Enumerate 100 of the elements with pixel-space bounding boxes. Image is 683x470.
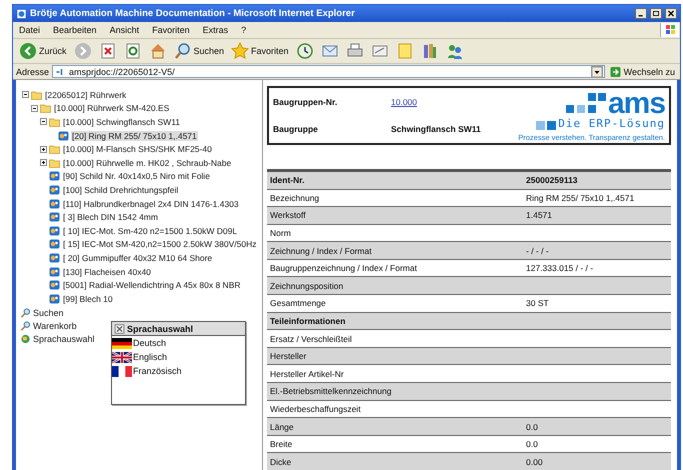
language-option[interactable]: Französisch <box>133 366 182 376</box>
part-icon <box>49 212 60 222</box>
field-label: Zeichnung / Index / Format <box>270 246 373 256</box>
part-icon <box>49 294 60 304</box>
field-label: Länge <box>270 422 295 432</box>
tree-item[interactable]: [100] Schild Drehrichtungspfeil <box>62 184 180 195</box>
close-icon[interactable] <box>114 324 125 334</box>
menu-item[interactable]: Ansicht <box>110 25 140 35</box>
favorites-button[interactable]: Favoriten <box>229 40 291 62</box>
star-icon <box>231 42 250 60</box>
field-label: Baugruppenzeichnung / Index / Format <box>270 263 418 274</box>
folder-icon <box>49 144 60 154</box>
tree-item[interactable]: [ 10] IEC-Mot. Sm-420 n2=1500 1.50kW D09L <box>62 226 238 236</box>
close-button[interactable] <box>665 8 677 19</box>
collapse-icon[interactable] <box>31 104 38 112</box>
nav-link[interactable]: Sprachauswahl <box>33 334 95 344</box>
flag-icon <box>112 338 132 348</box>
field-label: Baugruppe <box>273 124 319 134</box>
folder-icon <box>40 103 51 114</box>
tree-item[interactable]: [10.000] Schwingflansch SW11 <box>62 116 182 127</box>
section-heading: Teileinformationen <box>270 316 346 326</box>
tree-item[interactable]: [10.000] Rührwerk SM-420.ES <box>53 103 170 114</box>
field-label: Zeichnungsposition <box>270 280 344 291</box>
field-label: Baugruppen-Nr. <box>273 96 338 107</box>
part-icon <box>49 280 60 290</box>
tree-item[interactable]: [110] Halbrundkerbnagel 2x4 DIN 1476-1.4303 <box>62 198 240 209</box>
folder-icon <box>49 116 60 127</box>
tree-item[interactable]: [22065012] Rührwerk <box>44 90 128 100</box>
nav-link[interactable]: Suchen <box>33 308 64 318</box>
menu-item[interactable]: Datei <box>19 25 40 35</box>
collapse-icon[interactable] <box>22 91 29 98</box>
address-field[interactable]: amsprjdoc://22065012-V5/ <box>52 65 605 78</box>
maximize-icon <box>651 9 661 18</box>
popup-title: Sprachauswahl <box>127 324 194 334</box>
tree-item[interactable]: [20] Ring RM 255/ 75x10 1,.4571 <box>71 130 198 141</box>
field-label: Hersteller Artikel-Nr <box>270 368 345 379</box>
magnifier-icon <box>20 308 31 318</box>
tree-item[interactable]: [10.000] M-Flansch SHS/SHK MF25-40 <box>62 144 213 154</box>
go-arrow-icon <box>610 66 621 76</box>
folder-icon <box>31 90 42 100</box>
field-label: Hersteller <box>270 351 308 362</box>
section-heading: Ident-Nr. <box>270 175 306 186</box>
people-icon <box>446 42 464 60</box>
field-value: 0.0 <box>526 422 538 432</box>
field-label: Bezeichnung <box>270 192 320 203</box>
tree-item[interactable]: [10.000] Rührwelle m. HK02 , Schraub-Nabe <box>62 158 232 168</box>
tree-item[interactable]: [5001] Radial-Wellendichtring A 45x 80x 8 NBR <box>62 280 242 290</box>
expand-icon[interactable] <box>40 159 47 166</box>
menu-item[interactable]: Favoriten <box>152 25 190 35</box>
part-icon <box>49 198 60 209</box>
field-value: Ring RM 255/ 75x10 1,.4571 <box>526 192 634 203</box>
close-icon <box>666 9 676 18</box>
magnifier-icon <box>174 42 192 60</box>
menu-item[interactable]: Extras <box>202 25 228 35</box>
field-link[interactable]: 10.000 <box>391 96 417 107</box>
history-icon <box>296 42 314 60</box>
address-label: Adresse <box>16 66 50 76</box>
language-option[interactable]: Deutsch <box>133 338 166 348</box>
field-value: 25000259113 <box>526 175 578 186</box>
tree-item[interactable]: [ 15] IEC-Mot SM-420,n2=1500 2.50kW 380V/50Hz <box>62 239 258 250</box>
tree-item[interactable]: [130] Flacheisen 40x40 <box>62 266 152 277</box>
search-button[interactable]: Suchen <box>172 40 226 62</box>
expand-icon[interactable] <box>40 146 47 153</box>
logo-text: ams <box>608 91 665 117</box>
tree-item[interactable]: [ 3] Blech DIN 1542 4mm <box>62 212 159 222</box>
globe-icon <box>20 334 31 344</box>
menu-item[interactable]: Bearbeiten <box>53 25 97 35</box>
field-value: 127.333.015 / - / - <box>526 263 594 274</box>
language-option[interactable]: Englisch <box>133 352 168 362</box>
back-button[interactable]: Zurück <box>17 40 69 62</box>
magnifier-icon <box>20 321 31 331</box>
part-icon <box>58 130 69 141</box>
tree-item[interactable]: [90] Schild Nr. 40x14x0,5 Niro mit Folie <box>62 171 211 182</box>
squares-icon <box>536 121 556 130</box>
field-value: - / - / - <box>526 246 549 256</box>
minimize-button[interactable] <box>635 8 647 19</box>
field-label: Dicke <box>270 456 292 467</box>
tree-item[interactable]: [99] Blech 10 <box>62 294 114 304</box>
folder-icon <box>49 158 60 168</box>
part-icon <box>49 239 60 250</box>
field-value: 30 ST <box>526 298 549 308</box>
part-icon <box>49 252 60 263</box>
field-label: Breite <box>270 439 294 450</box>
part-icon <box>49 171 60 182</box>
menu-item[interactable]: ? <box>241 25 246 35</box>
go-button[interactable]: Wechseln zu <box>608 66 677 76</box>
browser-icon <box>16 8 27 18</box>
part-icon <box>49 184 60 195</box>
note-icon <box>396 42 414 60</box>
logo-subtitle: Die ERP-Lösung <box>558 117 665 130</box>
field-label: Gesamtmenge <box>270 298 327 308</box>
field-label: Ersatz / Verschleißteil <box>270 334 353 344</box>
window-title: Brötje Automation Machine Documentation - Microsoft Internet Explorer <box>30 8 356 19</box>
tree-item[interactable]: [ 20] Gummipuffer 40x32 M10 64 Shore <box>62 252 214 263</box>
field-label: Norm <box>270 228 292 238</box>
nav-link[interactable]: Warenkorb <box>33 321 77 331</box>
field-value: 0.0 <box>526 439 538 450</box>
maximize-button[interactable] <box>650 8 662 19</box>
collapse-icon[interactable] <box>40 118 47 126</box>
field-value: Schwingflansch SW11 <box>391 124 481 134</box>
